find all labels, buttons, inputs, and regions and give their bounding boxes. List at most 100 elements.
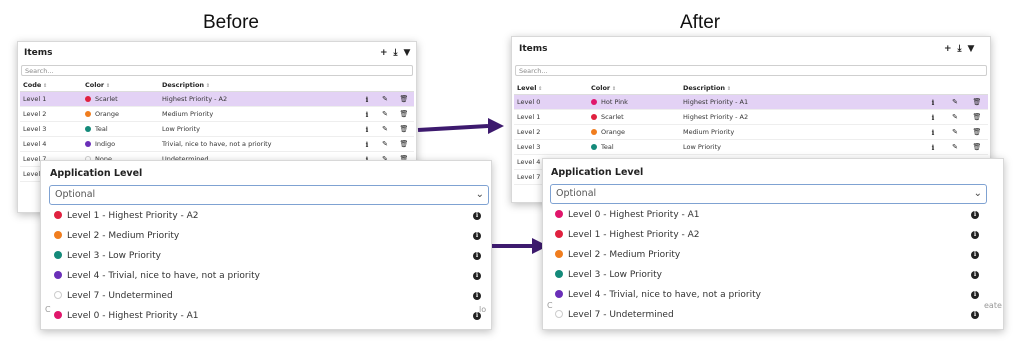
table-row[interactable]: Level 1 Scarlet Highest Priority - A2 i ✎ 🗑 bbox=[514, 109, 988, 125]
dropdown-option[interactable]: Level 2 - Medium Priority i bbox=[49, 226, 489, 246]
delete-trash-icon[interactable]: 🗑 bbox=[394, 91, 414, 107]
filter-icon[interactable]: ▼ bbox=[404, 48, 411, 58]
info-circle-icon[interactable]: i bbox=[473, 252, 481, 260]
before-search-input[interactable]: Search... bbox=[21, 65, 413, 76]
add-icon[interactable]: + bbox=[380, 48, 388, 58]
sort-icon[interactable]: ⇕ bbox=[536, 86, 542, 92]
chevron-down-icon[interactable]: ⌄ bbox=[476, 186, 484, 204]
info-icon[interactable]: i bbox=[358, 121, 376, 137]
edit-pencil-icon[interactable]: ✎ bbox=[376, 106, 394, 122]
table-row[interactable]: Level 4 Indigo Trivial, nice to have, not … bbox=[20, 136, 414, 152]
dropdown-option[interactable]: Level 1 - Highest Priority - A2 i bbox=[49, 206, 489, 226]
edit-pencil-icon[interactable]: ✎ bbox=[376, 91, 394, 107]
dropdown-option-label: Level 1 - Highest Priority - A2 bbox=[67, 211, 199, 221]
color-dot-icon bbox=[591, 129, 597, 135]
dropdown-option-label: Level 4 - Trivial, nice to have, not a p… bbox=[67, 271, 260, 281]
delete-trash-icon[interactable]: 🗑 bbox=[394, 106, 414, 122]
download-icon[interactable]: ⤓ bbox=[394, 48, 398, 58]
sort-icon[interactable]: ⇕ bbox=[610, 86, 616, 92]
after-search-input[interactable]: Search... bbox=[515, 65, 987, 76]
column-header[interactable]: Level ⇕ bbox=[514, 82, 588, 95]
after-level-select[interactable]: Optional ⌄ bbox=[550, 184, 987, 204]
row-color-label: Teal bbox=[95, 125, 108, 133]
info-icon[interactable]: i bbox=[358, 91, 376, 107]
add-icon[interactable]: + bbox=[944, 44, 952, 54]
color-dot-icon bbox=[54, 291, 62, 299]
info-circle-icon[interactable]: i bbox=[971, 231, 979, 239]
row-code: Level 0 bbox=[514, 94, 588, 110]
row-color-label: Teal bbox=[601, 143, 614, 151]
filter-icon[interactable]: ▼ bbox=[968, 44, 975, 54]
dropdown-option[interactable]: Level 4 - Trivial, nice to have, not a p… bbox=[550, 285, 987, 305]
edit-pencil-icon[interactable]: ✎ bbox=[944, 94, 966, 110]
edit-pencil-icon[interactable]: ✎ bbox=[376, 121, 394, 137]
delete-trash-icon[interactable]: 🗑 bbox=[966, 94, 988, 110]
info-icon[interactable]: i bbox=[922, 109, 944, 125]
dropdown-option[interactable]: Level 0 - Highest Priority - A1 i bbox=[49, 306, 489, 326]
before-items-title: Items bbox=[24, 48, 53, 58]
row-color: Hot Pink bbox=[588, 94, 680, 110]
column-header[interactable]: Color ⇕ bbox=[82, 79, 159, 92]
dropdown-option[interactable]: Level 1 - Highest Priority - A2 i bbox=[550, 225, 987, 245]
column-header[interactable]: Code ⇕ bbox=[20, 79, 82, 92]
info-icon[interactable]: i bbox=[358, 106, 376, 122]
sort-icon[interactable]: ⇕ bbox=[41, 83, 47, 89]
download-icon[interactable]: ⤓ bbox=[958, 44, 962, 54]
dropdown-option[interactable]: Level 2 - Medium Priority i bbox=[550, 245, 987, 265]
dropdown-option[interactable]: Level 3 - Low Priority i bbox=[49, 246, 489, 266]
action-header bbox=[358, 79, 376, 92]
info-circle-icon[interactable]: i bbox=[473, 312, 481, 320]
delete-trash-icon[interactable]: 🗑 bbox=[394, 121, 414, 137]
dropdown-option[interactable]: Level 7 - Undetermined i bbox=[550, 305, 987, 325]
color-dot-icon bbox=[54, 311, 62, 319]
delete-trash-icon[interactable]: 🗑 bbox=[394, 136, 414, 152]
table-row[interactable]: Level 2 Orange Medium Priority i ✎ 🗑 bbox=[514, 124, 988, 140]
row-code: Level 3 bbox=[514, 139, 588, 155]
dropdown-option[interactable]: Level 7 - Undetermined i bbox=[49, 286, 489, 306]
info-icon[interactable]: i bbox=[922, 124, 944, 140]
info-icon[interactable]: i bbox=[922, 94, 944, 110]
table-row[interactable]: Level 3 Teal Low Priority i ✎ 🗑 bbox=[20, 121, 414, 137]
table-row[interactable]: Level 0 Hot Pink Highest Priority - A1 i ✎ 🗑 bbox=[514, 94, 988, 110]
info-circle-icon[interactable]: i bbox=[971, 291, 979, 299]
sort-icon[interactable]: ⇕ bbox=[725, 86, 731, 92]
column-header[interactable]: Color ⇕ bbox=[588, 82, 680, 95]
info-circle-icon[interactable]: i bbox=[473, 292, 481, 300]
edit-pencil-icon[interactable]: ✎ bbox=[376, 136, 394, 152]
dropdown-option[interactable]: Level 0 - Highest Priority - A1 i bbox=[550, 205, 987, 225]
dropdown-option-label: Level 7 - Undetermined bbox=[568, 310, 674, 320]
dropdown-option[interactable]: Level 4 - Trivial, nice to have, not a p… bbox=[49, 266, 489, 286]
info-icon[interactable]: i bbox=[922, 139, 944, 155]
sort-icon[interactable]: ⇕ bbox=[204, 83, 210, 89]
dropdown-option-label: Level 4 - Trivial, nice to have, not a p… bbox=[568, 290, 761, 300]
info-circle-icon[interactable]: i bbox=[473, 272, 481, 280]
edit-pencil-icon[interactable]: ✎ bbox=[944, 139, 966, 155]
chevron-down-icon[interactable]: ⌄ bbox=[974, 185, 982, 203]
row-color-label: Orange bbox=[95, 110, 120, 118]
info-circle-icon[interactable]: i bbox=[473, 212, 481, 220]
dropdown-option-label: Level 0 - Highest Priority - A1 bbox=[568, 210, 700, 220]
dropdown-option[interactable]: Level 3 - Low Priority i bbox=[550, 265, 987, 285]
info-circle-icon[interactable]: i bbox=[971, 251, 979, 259]
before-level-select[interactable]: Optional ⌄ bbox=[49, 185, 489, 205]
column-header[interactable]: Description ⇕ bbox=[680, 82, 922, 95]
sort-icon[interactable]: ⇕ bbox=[104, 83, 110, 89]
row-color-label: Hot Pink bbox=[601, 98, 628, 106]
column-header[interactable]: Description ⇕ bbox=[159, 79, 358, 92]
info-circle-icon[interactable]: i bbox=[971, 311, 979, 319]
info-icon[interactable]: i bbox=[358, 136, 376, 152]
before-heading: Before bbox=[203, 12, 259, 33]
row-description: Low Priority bbox=[159, 121, 358, 137]
edit-pencil-icon[interactable]: ✎ bbox=[944, 109, 966, 125]
info-circle-icon[interactable]: i bbox=[473, 232, 481, 240]
table-row[interactable]: Level 3 Teal Low Priority i ✎ 🗑 bbox=[514, 139, 988, 155]
info-circle-icon[interactable]: i bbox=[971, 271, 979, 279]
row-color: Teal bbox=[82, 121, 159, 137]
delete-trash-icon[interactable]: 🗑 bbox=[966, 124, 988, 140]
table-row[interactable]: Level 2 Orange Medium Priority i ✎ 🗑 bbox=[20, 106, 414, 122]
info-circle-icon[interactable]: i bbox=[971, 211, 979, 219]
delete-trash-icon[interactable]: 🗑 bbox=[966, 139, 988, 155]
delete-trash-icon[interactable]: 🗑 bbox=[966, 109, 988, 125]
table-row[interactable]: Level 1 Scarlet Highest Priority - A2 i ✎ 🗑 bbox=[20, 91, 414, 107]
edit-pencil-icon[interactable]: ✎ bbox=[944, 124, 966, 140]
